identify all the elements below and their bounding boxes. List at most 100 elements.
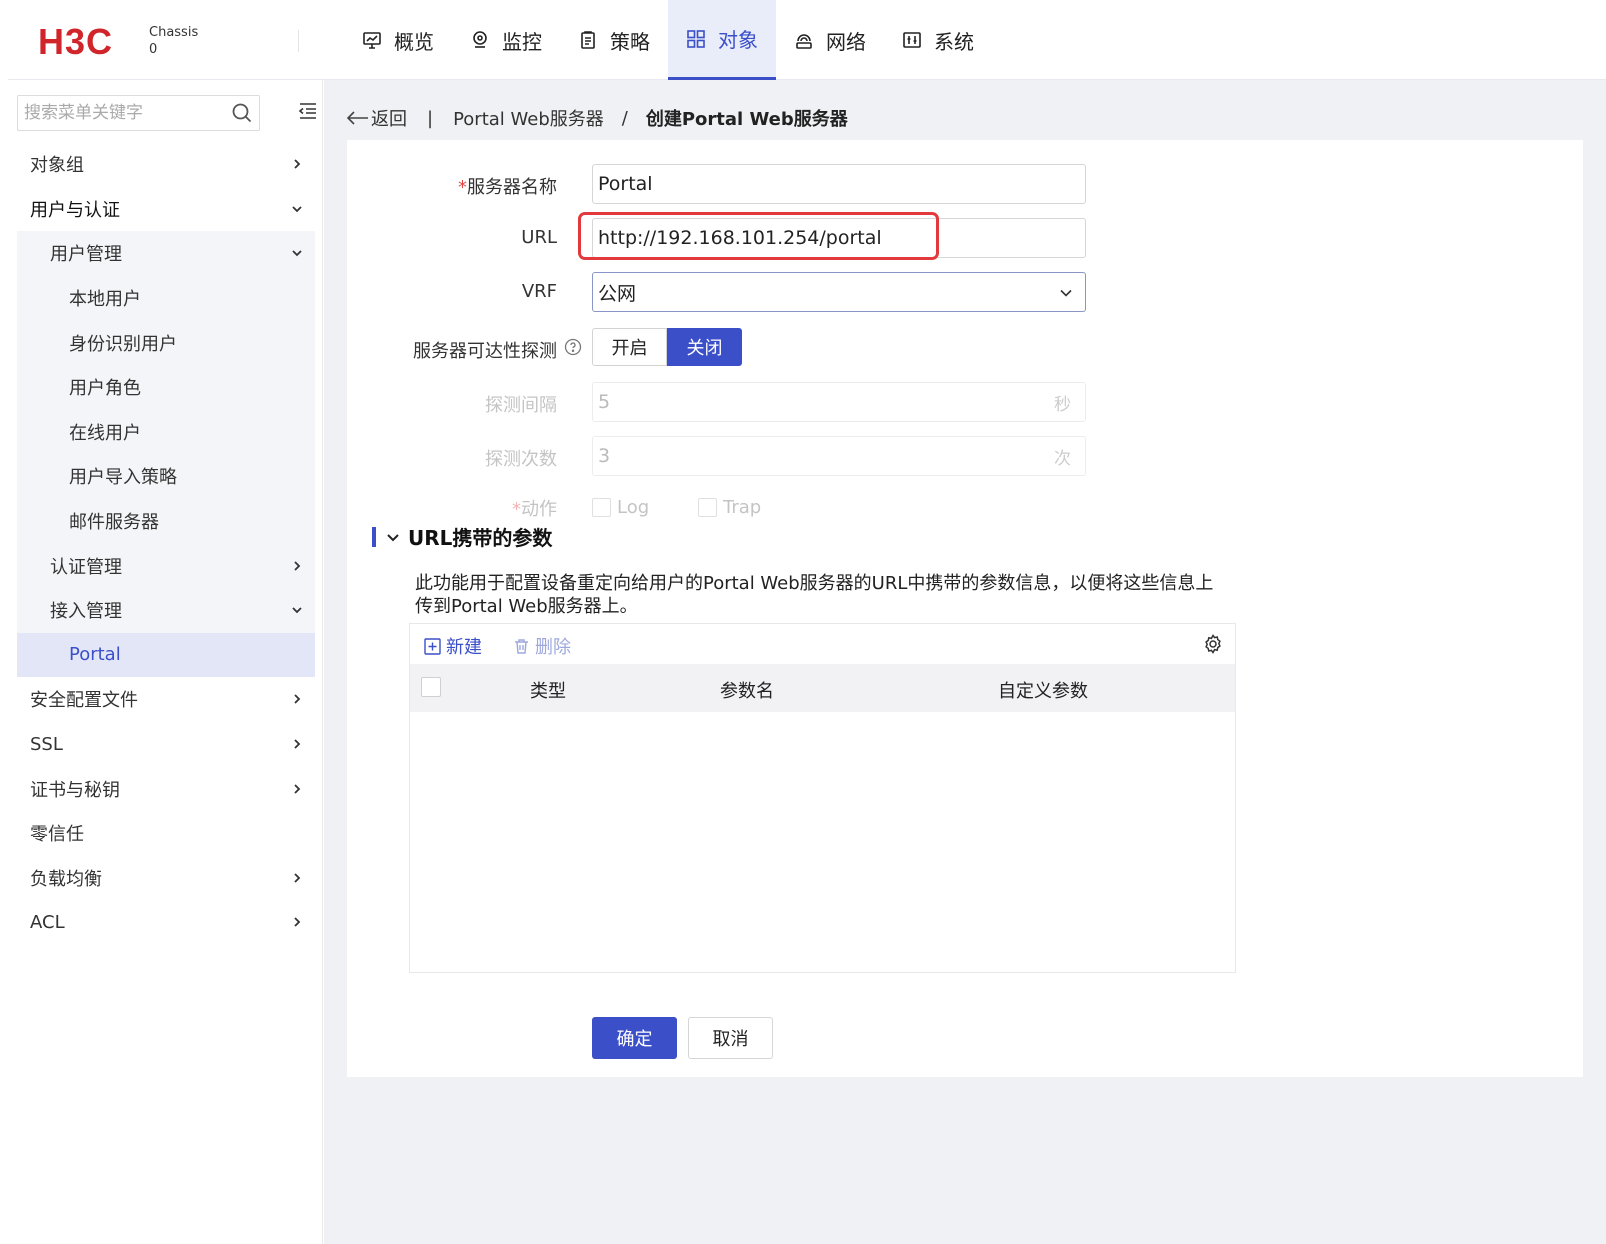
trap-checkbox[interactable]	[698, 498, 717, 517]
chevron-down-icon	[292, 250, 302, 257]
sidebar-item[interactable]: 用户导入策略	[17, 454, 315, 499]
chassis-info: Chassis 0	[149, 24, 198, 58]
url-label: URL	[521, 227, 557, 248]
count-label: 探测次数	[485, 449, 557, 470]
sidebar-item-label: SSL	[30, 733, 63, 755]
action-label-text: 动作	[521, 499, 557, 520]
url-params-section-header[interactable]: URL携带的参数	[372, 522, 552, 551]
table-header: 类型 参数名 自定义参数	[410, 664, 1235, 712]
sidebar-item-label: ACL	[30, 911, 65, 933]
server-name-value: Portal	[598, 173, 653, 195]
sidebar-item[interactable]: 零信任	[17, 811, 315, 856]
gear-icon[interactable]	[1203, 634, 1223, 654]
search-icon[interactable]	[231, 102, 253, 124]
top-navigation-bar: H3C Chassis 0 概览 监控 策略 对象 网络 系统	[8, 0, 1606, 80]
interval-value: 5	[598, 391, 611, 413]
location-pin-icon	[473, 31, 487, 48]
sidebar-item-label: 本地用户	[69, 289, 141, 311]
nav-network[interactable]: 网络	[776, 0, 884, 80]
svg-text:H3C: H3C	[38, 24, 113, 58]
nav-monitor[interactable]: 监控	[452, 0, 560, 80]
column-header-param-name[interactable]: 参数名	[720, 677, 774, 703]
sidebar-item[interactable]: 身份识别用户	[17, 320, 315, 365]
server-name-field[interactable]: Portal	[592, 164, 1086, 204]
trap-label: Trap	[723, 497, 762, 518]
sidebar-item[interactable]: 对象组	[17, 142, 315, 187]
vrf-value: 公网	[598, 282, 637, 305]
chevron-right-icon	[294, 739, 301, 749]
grid-icon	[687, 29, 705, 48]
delete-button[interactable]: 删除	[513, 633, 571, 659]
help-icon[interactable]	[564, 338, 582, 356]
sidebar-item[interactable]: 安全配置文件	[17, 677, 315, 722]
nav-object[interactable]: 对象	[668, 0, 776, 80]
sidebar-item-label: 身份识别用户	[69, 333, 177, 355]
sidebar-item-label: 用户与认证	[30, 199, 120, 221]
trash-icon	[515, 638, 528, 654]
sidebar-item[interactable]: 证书与秘钥	[17, 766, 315, 811]
column-header-type[interactable]: 类型	[530, 677, 566, 703]
chevron-down-icon	[387, 533, 399, 541]
sidebar-item[interactable]: 认证管理	[17, 543, 315, 588]
sidebar-item[interactable]: 用户与认证	[17, 187, 315, 232]
nav-system[interactable]: 系统	[884, 0, 992, 80]
section-accent-bar	[372, 526, 376, 547]
sidebar-item-label: 邮件服务器	[69, 512, 159, 534]
chassis-value: 0	[149, 42, 158, 57]
nav-system-label: 系统	[934, 29, 974, 54]
new-button[interactable]: 新建	[424, 633, 482, 659]
sidebar-item-label: 安全配置文件	[30, 690, 138, 712]
required-mark: *	[512, 499, 521, 520]
sidebar-item-label: 零信任	[30, 824, 84, 846]
interval-field[interactable]: 5 秒	[592, 382, 1086, 422]
section-description: 此功能用于配置设备重定向给用户的Portal Web服务器的URL中携带的参数信…	[415, 573, 1214, 617]
count-field[interactable]: 3 次	[592, 436, 1086, 476]
log-checkbox[interactable]	[592, 498, 611, 517]
collapse-sidebar-icon[interactable]	[298, 102, 318, 120]
breadcrumb-parent[interactable]: Portal Web服务器	[453, 105, 604, 131]
column-header-custom-param[interactable]: 自定义参数	[998, 677, 1088, 703]
divider	[298, 30, 299, 52]
action-trap-option[interactable]: Trap	[698, 497, 761, 518]
sliders-icon	[903, 32, 921, 48]
sidebar-item[interactable]: 本地用户	[17, 275, 315, 321]
sidebar-item[interactable]: ACL	[17, 900, 315, 945]
new-button-label: 新建	[446, 637, 482, 658]
action-log-option[interactable]: Log	[592, 497, 649, 518]
sidebar-item[interactable]: 负载均衡	[17, 856, 315, 901]
sidebar-item[interactable]: 邮件服务器	[17, 498, 315, 544]
sidebar-item[interactable]: 用户角色	[17, 364, 315, 410]
table-toolbar: 新建 删除	[410, 624, 1235, 664]
sidebar-item[interactable]: SSL	[17, 722, 315, 767]
chevron-right-icon	[294, 561, 301, 571]
nav-policy[interactable]: 策略	[560, 0, 668, 80]
menu-search-input[interactable]	[18, 103, 218, 123]
count-value: 3	[598, 445, 611, 467]
chevron-right-icon	[294, 159, 301, 169]
main-nav: 概览 监控 策略 对象 网络 系统	[344, 0, 992, 80]
back-link[interactable]: 返回	[347, 105, 407, 131]
vrf-label: VRF	[521, 281, 557, 302]
sidebar-item-label: 接入管理	[50, 601, 122, 623]
sidebar-item[interactable]: 接入管理	[17, 587, 315, 633]
nav-overview[interactable]: 概览	[344, 0, 452, 80]
vrf-select[interactable]: 公网	[592, 272, 1086, 312]
probe-on-button[interactable]: 开启	[592, 328, 667, 366]
menu-search	[17, 95, 260, 131]
sidebar-item[interactable]: 在线用户	[17, 409, 315, 455]
confirm-button[interactable]: 确定	[592, 1017, 677, 1059]
sidebar: 对象组用户与认证用户管理本地用户身份识别用户用户角色在线用户用户导入策略邮件服务…	[8, 80, 323, 1244]
probe-off-button[interactable]: 关闭	[667, 328, 742, 366]
chevron-down-icon	[292, 206, 302, 213]
select-all-checkbox[interactable]	[421, 677, 441, 697]
sidebar-item-label: 认证管理	[50, 556, 122, 578]
sidebar-item[interactable]: 用户管理	[17, 231, 315, 276]
sidebar-item[interactable]: Portal	[17, 632, 315, 678]
server-name-label-text: 服务器名称	[467, 177, 557, 198]
clipboard-icon	[581, 31, 595, 49]
server-name-label: *服务器名称	[307, 173, 557, 199]
nav-object-label: 对象	[718, 28, 758, 52]
cancel-button[interactable]: 取消	[688, 1017, 773, 1059]
sidebar-item-label: 在线用户	[69, 422, 141, 444]
sidebar-item-label: 用户角色	[69, 378, 141, 400]
